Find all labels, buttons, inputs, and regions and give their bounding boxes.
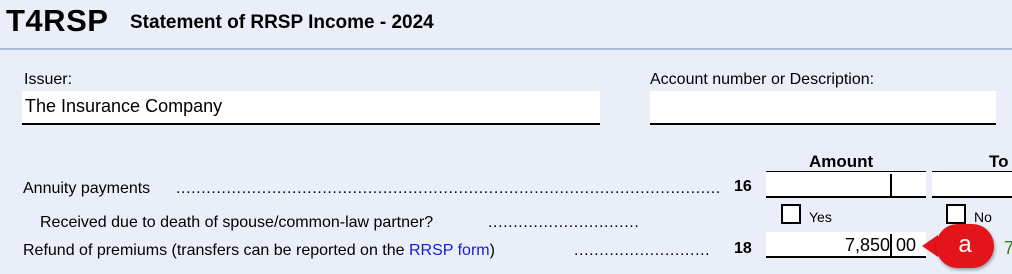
issuer-label: Issuer:: [24, 71, 73, 88]
refund-amount-field[interactable]: 7,850 00: [766, 232, 926, 258]
no-checkbox[interactable]: [946, 204, 966, 224]
yes-checkbox[interactable]: [781, 204, 801, 224]
issuer-input[interactable]: The Insurance Company: [22, 91, 600, 125]
no-label: No: [974, 209, 992, 225]
death-leader-dots: ..............................: [488, 214, 640, 231]
death-question-label: Received due to death of spouse/common-l…: [40, 214, 434, 231]
refund-label-prefix: Refund of premiums (transfers can be rep…: [23, 242, 409, 259]
annuity-leader-dots: ........................................…: [176, 180, 720, 197]
box-18-number: 18: [734, 240, 752, 257]
total-column-header: To: [989, 152, 1009, 171]
yes-label: Yes: [809, 209, 832, 225]
refund-cents: 00: [896, 235, 917, 255]
rrsp-form-link[interactable]: RRSP form: [409, 242, 490, 259]
account-label: Account number or Description:: [650, 71, 875, 88]
refund-dollars: 7,850: [844, 235, 890, 255]
account-input[interactable]: [650, 91, 996, 125]
refund-label-suffix: ): [489, 242, 495, 259]
amount-column-header: Amount: [809, 152, 874, 171]
refund-label: Refund of premiums (transfers can be rep…: [23, 242, 495, 260]
form-code: T4RSP: [6, 3, 109, 38]
refund-total-partial: 7: [1004, 238, 1012, 258]
callout-marker: a: [936, 224, 994, 268]
refund-leader-dots: ...........................: [574, 242, 711, 259]
header-divider: [0, 48, 1012, 50]
annuity-amount-field[interactable]: [766, 172, 926, 198]
annuity-label: Annuity payments: [23, 180, 151, 197]
annuity-total-field[interactable]: [932, 172, 1012, 198]
box-16-number: 16: [734, 178, 752, 195]
amount-cents-divider: [890, 234, 892, 256]
amount-cents-divider: [890, 174, 892, 196]
form-title: Statement of RRSP Income - 2024: [130, 12, 434, 33]
